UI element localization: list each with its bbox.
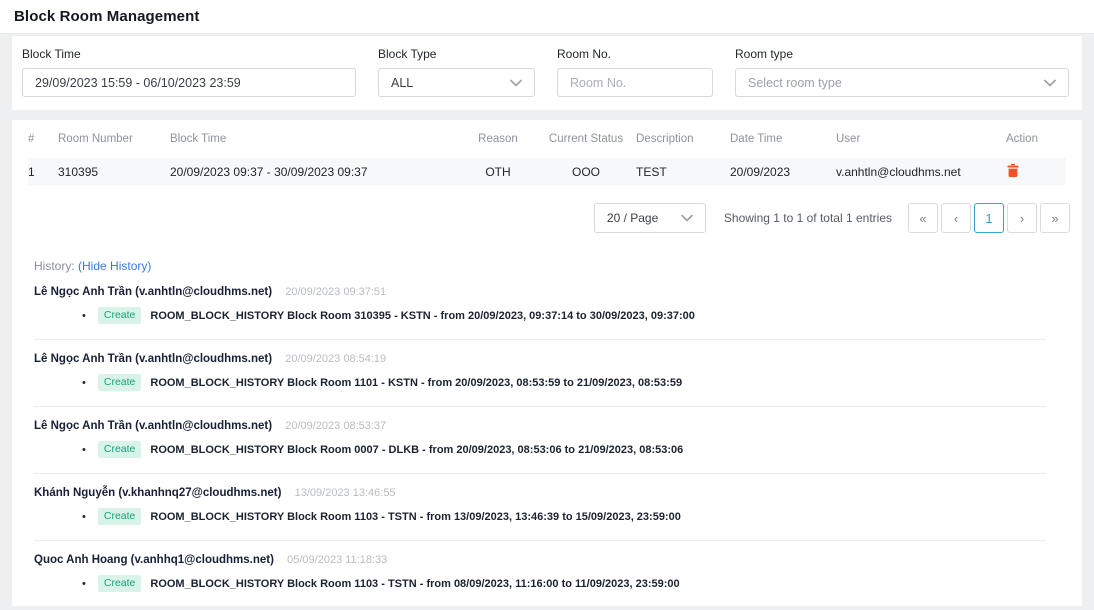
pagination-buttons: « ‹ 1 › » [908,203,1070,233]
history-entry: Lê Ngọc Anh Trần (v.anhtln@cloudhms.net)… [34,273,1046,340]
cell-reason: OTH [460,165,536,179]
block-time-input[interactable] [22,68,356,97]
room-type-select[interactable]: Select room type [735,68,1069,97]
cell-current-status: OOO [536,165,636,179]
pagination-summary: Showing 1 to 1 of total 1 entries [724,211,892,225]
history-header: History: (Hide History) [34,259,1046,273]
cell-action [1006,163,1066,181]
create-badge: Create [98,575,142,592]
col-block-time: Block Time [170,133,460,145]
block-room-table: # Room Number Block Time Reason Current … [12,120,1082,185]
cell-date-time: 20/09/2023 [730,165,836,179]
room-type-placeholder: Select room type [748,76,842,90]
block-type-value: ALL [391,76,413,90]
room-no-label: Room No. [557,47,713,61]
chevron-down-icon [510,79,522,87]
filter-block-type: Block Type ALL [378,47,535,97]
page-1-button[interactable]: 1 [974,203,1004,233]
main-content: Block Time Block Type ALL Room No. Room … [0,34,1094,606]
history-timestamp: 20/09/2023 09:37:51 [285,286,386,298]
filter-panel: Block Time Block Type ALL Room No. Room … [12,36,1082,110]
col-index: # [28,133,58,145]
cell-description: TEST [636,165,730,179]
col-date-time: Date Time [730,133,836,145]
create-badge: Create [98,508,142,525]
chevron-down-icon [1044,79,1056,87]
history-section: History: (Hide History) Lê Ngọc Anh Trần… [34,259,1046,606]
cell-room-number: 310395 [58,165,170,179]
history-entry: Quoc Anh Hoang (v.anhhq1@cloudhms.net) 0… [34,541,1046,606]
results-panel: # Room Number Block Time Reason Current … [12,120,1082,606]
history-user: Lê Ngọc Anh Trần (v.anhtln@cloudhms.net) [34,420,272,432]
chevron-down-icon [681,214,693,222]
next-page-button[interactable]: › [1007,203,1037,233]
table-header-row: # Room Number Block Time Reason Current … [28,120,1066,158]
create-badge: Create [98,307,142,324]
create-badge: Create [98,441,142,458]
history-entry: Lê Ngọc Anh Trần (v.anhtln@cloudhms.net)… [34,340,1046,407]
first-page-button[interactable]: « [908,203,938,233]
room-no-input[interactable] [557,68,713,97]
col-room-number: Room Number [58,133,170,145]
history-timestamp: 20/09/2023 08:54:19 [285,353,386,365]
history-user: Lê Ngọc Anh Trần (v.anhtln@cloudhms.net) [34,353,272,365]
page-size-select[interactable]: 20 / Page [594,203,706,233]
history-user: Quoc Anh Hoang (v.anhhq1@cloudhms.net) [34,554,274,566]
col-description: Description [636,133,730,145]
col-reason: Reason [460,133,536,145]
create-badge: Create [98,374,142,391]
last-page-button[interactable]: » [1040,203,1070,233]
history-user: Lê Ngọc Anh Trần (v.anhtln@cloudhms.net) [34,286,272,298]
cell-user: v.anhtln@cloudhms.net [836,165,1006,179]
filter-block-time: Block Time [22,47,356,97]
page-title: Block Room Management [14,8,199,25]
col-action: Action [1006,133,1066,145]
table-row: 1 310395 20/09/2023 09:37 - 30/09/2023 0… [28,158,1066,185]
history-user: Khánh Nguyễn (v.khanhnq27@cloudhms.net) [34,487,281,499]
history-label: History: [34,259,75,273]
block-time-label: Block Time [22,47,356,61]
col-user: User [836,133,1006,145]
col-current-status: Current Status [536,133,636,145]
block-type-select[interactable]: ALL [378,68,535,97]
room-type-label: Room type [735,47,1069,61]
cell-block-time: 20/09/2023 09:37 - 30/09/2023 09:37 [170,165,460,179]
filter-room-type: Room type Select room type [735,47,1069,97]
history-timestamp: 05/09/2023 11:18:33 [287,554,387,566]
page-header: Block Room Management [0,0,1094,34]
block-type-label: Block Type [378,47,535,61]
history-timestamp: 13/09/2023 13:46:55 [295,487,396,499]
history-detail: ROOM_BLOCK_HISTORY Block Room 310395 - K… [150,310,695,322]
pagination-bar: 20 / Page Showing 1 to 1 of total 1 entr… [12,203,1070,233]
history-entry: Lê Ngọc Anh Trần (v.anhtln@cloudhms.net)… [34,407,1046,474]
history-timestamp: 20/09/2023 08:53:37 [285,420,386,432]
trash-icon [1006,163,1020,181]
history-detail: ROOM_BLOCK_HISTORY Block Room 1101 - KST… [150,377,682,389]
page-size-value: 20 / Page [607,211,658,225]
history-detail: ROOM_BLOCK_HISTORY Block Room 1103 - TST… [150,578,679,590]
filter-room-no: Room No. [557,47,713,97]
cell-index: 1 [28,165,58,179]
prev-page-button[interactable]: ‹ [941,203,971,233]
history-entry: Khánh Nguyễn (v.khanhnq27@cloudhms.net) … [34,474,1046,541]
history-detail: ROOM_BLOCK_HISTORY Block Room 1103 - TST… [150,511,680,523]
history-detail: ROOM_BLOCK_HISTORY Block Room 0007 - DLK… [150,444,683,456]
hide-history-link[interactable]: (Hide History) [78,259,151,273]
delete-button[interactable] [1006,163,1020,181]
